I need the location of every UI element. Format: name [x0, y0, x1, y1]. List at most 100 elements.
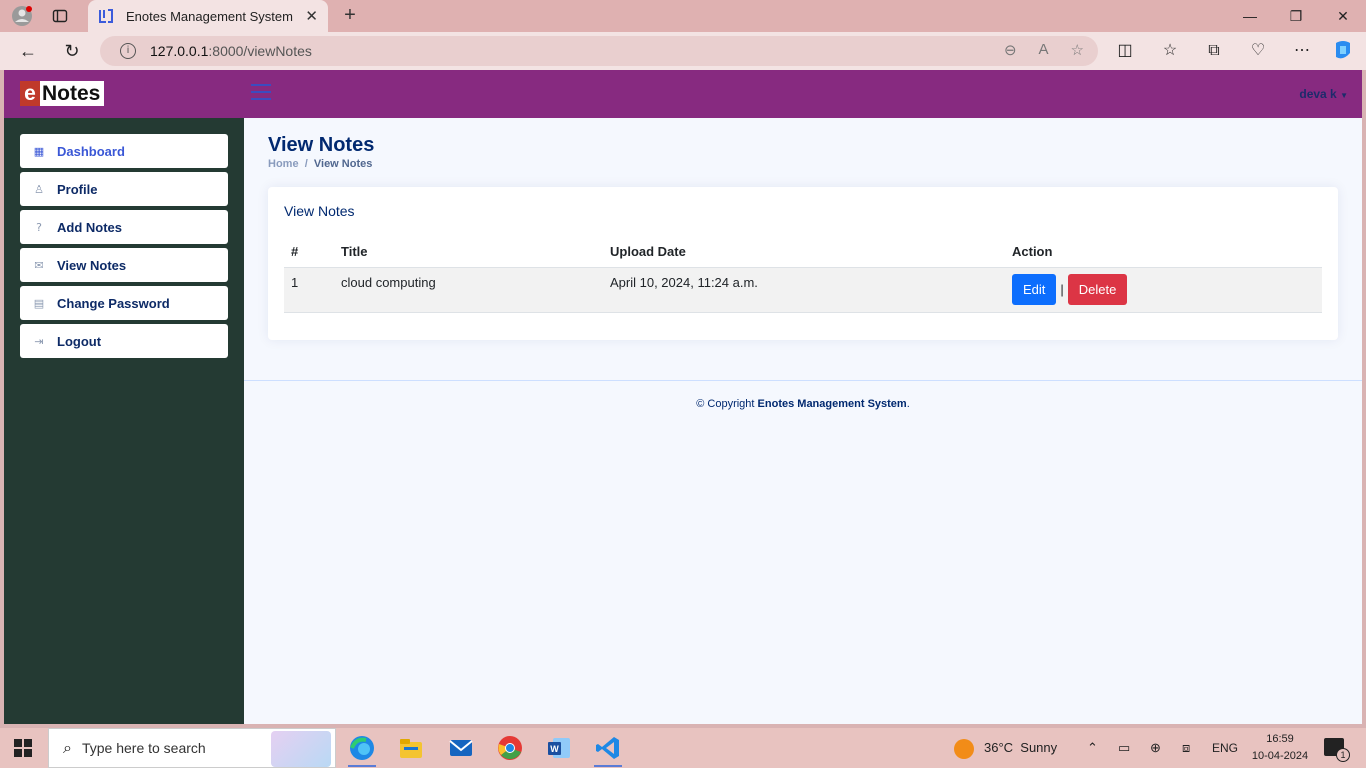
column-header-number: #	[284, 237, 334, 268]
browser-tab-bar: Enotes Management System ✕ + — ❐ ✕	[0, 0, 1366, 32]
word-app-icon[interactable]: W	[545, 734, 573, 762]
logout-icon: ⇥	[34, 334, 44, 348]
vscode-app-icon[interactable]	[594, 734, 622, 767]
envelope-icon: ✉	[34, 258, 44, 272]
weather-text: Sunny	[1020, 740, 1058, 755]
language-indicator[interactable]: ENG	[1212, 728, 1238, 768]
logo-e: e	[20, 81, 40, 106]
read-aloud-icon[interactable]: A	[1039, 41, 1049, 59]
notification-center-icon[interactable]: 1	[1324, 738, 1350, 762]
network-icon[interactable]: ⊕	[1150, 728, 1161, 768]
sidebar-item-label: Dashboard	[57, 143, 125, 159]
collections-icon[interactable]: ⧉	[1202, 39, 1226, 63]
battery-icon[interactable]: ▭	[1118, 728, 1130, 768]
close-window-icon[interactable]: ✕	[1331, 4, 1355, 28]
tab-actions-icon[interactable]	[48, 4, 72, 28]
user-name: deva k	[1299, 87, 1337, 101]
action-separator: |	[1060, 281, 1064, 297]
taskbar-search[interactable]: ⌕ Type here to search	[48, 728, 336, 768]
sidebar-item-label: View Notes	[57, 257, 127, 273]
back-icon[interactable]: ←	[16, 39, 40, 63]
sidebar-item-add-notes[interactable]: ? Add Notes	[20, 210, 228, 244]
svg-text:W: W	[550, 744, 559, 754]
browser-toolbar: ← ↻ i 127.0.0.1:8000/viewNotes ⊖ A ☆ ◫ ☆…	[0, 32, 1366, 70]
column-header-upload-date: Upload Date	[603, 237, 1005, 268]
url-path: :8000/viewNotes	[208, 43, 312, 59]
clock-date: 10-04-2024	[1251, 750, 1309, 762]
breadcrumb-current: View Notes	[313, 158, 373, 170]
page-title: View Notes	[268, 134, 375, 156]
more-options-icon[interactable]: ⋯	[1290, 39, 1314, 63]
browser-tab[interactable]: Enotes Management System ✕	[88, 0, 328, 32]
zoom-out-icon[interactable]: ⊖	[1004, 41, 1017, 59]
footer: © Copyright Enotes Management System.	[244, 398, 1362, 410]
question-icon: ?	[36, 220, 42, 234]
sidebar-item-label: Change Password	[57, 295, 170, 311]
restore-icon[interactable]: ❐	[1284, 4, 1308, 28]
edit-button[interactable]: Edit	[1012, 273, 1057, 305]
card-icon: ▤	[33, 296, 45, 310]
breadcrumb-home[interactable]: Home	[268, 158, 299, 170]
site-favicon-icon	[99, 9, 113, 23]
extensions-icon[interactable]: ♡	[1246, 39, 1270, 63]
cell-title: cloud computing	[334, 267, 603, 313]
edge-app-icon[interactable]	[348, 734, 376, 767]
sidebar-item-view-notes[interactable]: ✉ View Notes	[20, 248, 228, 282]
volume-icon[interactable]: ⧈	[1182, 728, 1190, 768]
search-icon: ⌕	[63, 738, 72, 757]
favorites-icon[interactable]: ☆	[1158, 39, 1182, 63]
search-highlight-image	[271, 731, 331, 767]
column-header-title: Title	[334, 237, 603, 268]
windows-start-icon[interactable]	[14, 739, 32, 757]
sidebar-item-dashboard[interactable]: ▦ Dashboard	[20, 134, 228, 168]
table-row: 1 cloud computing April 10, 2024, 11:24 …	[284, 267, 1322, 313]
notes-table: # Title Upload Date Action 1 cloud compu…	[284, 237, 1322, 313]
tab-title: Enotes Management System	[126, 8, 293, 24]
address-bar[interactable]: i 127.0.0.1:8000/viewNotes ⊖ A ☆	[100, 36, 1098, 66]
notes-card: View Notes # Title Upload Date Action 1 …	[268, 187, 1338, 340]
weather-widget[interactable]: 36°C Sunny	[954, 728, 1057, 768]
weather-temp: 36°C	[984, 740, 1014, 755]
sun-icon	[954, 738, 974, 759]
new-tab-icon[interactable]: +	[338, 4, 362, 28]
close-tab-icon[interactable]: ✕	[305, 7, 318, 25]
refresh-icon[interactable]: ↻	[60, 39, 84, 63]
favorite-star-icon[interactable]: ☆	[1071, 41, 1084, 59]
footer-copyright: © Copyright	[696, 398, 755, 410]
mail-app-icon[interactable]	[447, 734, 475, 762]
copilot-icon[interactable]	[1331, 39, 1355, 63]
chrome-app-icon[interactable]	[496, 734, 524, 762]
system-clock[interactable]: 16:59 10-04-2024	[1250, 731, 1310, 765]
user-dropdown[interactable]: deva k ▼	[1299, 87, 1348, 101]
table-header-row: # Title Upload Date Action	[284, 237, 1322, 268]
footer-period: .	[906, 398, 910, 410]
windows-taskbar: ⌕ Type here to search W 36°C Sunny ⌃ ▭ ⊕…	[0, 728, 1366, 768]
sidebar: ▦ Dashboard ♙ Profile ? Add Notes ✉ View…	[4, 118, 244, 724]
search-placeholder: Type here to search	[81, 740, 206, 756]
cell-upload-date: April 10, 2024, 11:24 a.m.	[603, 267, 1005, 313]
sidebar-item-label: Add Notes	[57, 219, 122, 235]
file-explorer-icon[interactable]	[397, 734, 425, 762]
grid-icon: ▦	[33, 144, 45, 158]
notification-count: 1	[1336, 748, 1350, 762]
web-page: e Notes deva k ▼ ▦ Dashboard ♙ Profile ?…	[4, 70, 1362, 724]
caret-down-icon: ▼	[1340, 91, 1348, 100]
profile-icon[interactable]	[10, 4, 34, 28]
sidebar-item-logout[interactable]: ⇥ Logout	[20, 324, 228, 358]
sidebar-item-label: Profile	[57, 181, 98, 197]
sidebar-item-label: Logout	[57, 333, 102, 349]
enotes-logo[interactable]: e Notes	[20, 81, 105, 106]
split-screen-icon[interactable]: ◫	[1113, 39, 1137, 63]
minimize-icon[interactable]: —	[1238, 4, 1262, 28]
site-info-icon[interactable]: i	[120, 43, 136, 59]
delete-button[interactable]: Delete	[1067, 273, 1128, 305]
sidebar-item-profile[interactable]: ♙ Profile	[20, 172, 228, 206]
cell-action: Edit | Delete	[1005, 267, 1322, 313]
menu-toggle-icon[interactable]	[251, 84, 271, 102]
person-icon: ♙	[34, 182, 44, 196]
sidebar-item-change-password[interactable]: ▤ Change Password	[20, 286, 228, 320]
footer-brand: Enotes Management System	[757, 398, 907, 410]
clock-time: 16:59	[1266, 733, 1294, 745]
card-title: View Notes	[284, 203, 355, 219]
show-hidden-icons-icon[interactable]: ⌃	[1087, 728, 1098, 768]
